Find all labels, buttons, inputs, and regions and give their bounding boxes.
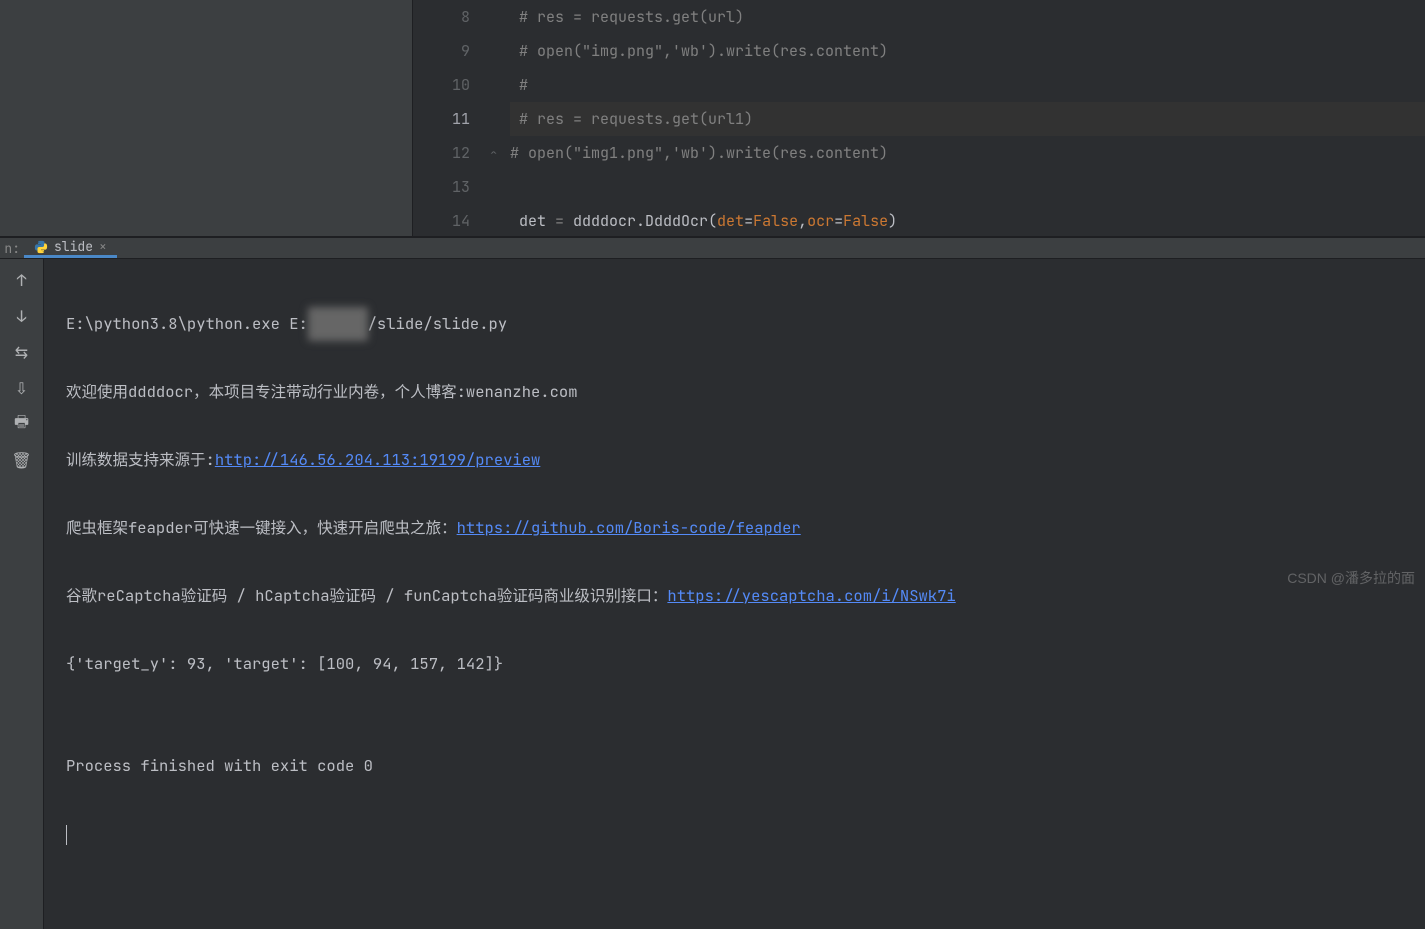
console-line: 谷歌reCaptcha验证码 / hCaptcha验证码 / funCaptch…: [66, 579, 1415, 613]
code-editor[interactable]: 891011121314 ⌃ # res = requests.get(url)…: [413, 0, 1425, 236]
delete-icon[interactable]: 🗑: [11, 449, 33, 471]
down-icon[interactable]: ↓: [11, 305, 33, 327]
code-line[interactable]: # res = requests.get(url1): [510, 102, 1425, 136]
run-tab-bar: n: slide ×: [0, 238, 1425, 259]
code-line[interactable]: # open("img1.png",'wb').write(res.conten…: [510, 136, 1425, 170]
console-line: 训练数据支持来源于:http://146.56.204.113:19199/pr…: [66, 443, 1415, 477]
up-icon[interactable]: ↑: [11, 269, 33, 291]
console-line: 欢迎使用ddddocr，本项目专注带动行业内卷，个人博客:wenanzhe.co…: [66, 375, 1415, 409]
console-line: E:\python3.8\python.exe E:xxxxxx/slide/s…: [66, 307, 1415, 341]
yescaptcha-link[interactable]: https://yescaptcha.com/i/NSwk7i: [667, 585, 955, 606]
code-line[interactable]: # res = requests.get(url): [510, 0, 1425, 34]
project-panel[interactable]: [0, 0, 413, 236]
redacted-path: xxxxxx: [308, 307, 368, 341]
close-icon[interactable]: ×: [99, 238, 107, 255]
console-output[interactable]: E:\python3.8\python.exe E:xxxxxx/slide/s…: [44, 259, 1425, 929]
console-toolbar: ↑ ↓ ⇆ ⇩ 🖶 🗑: [0, 259, 44, 929]
code-area[interactable]: # res = requests.get(url) # open("img.pn…: [508, 0, 1425, 236]
console-caret-line: [66, 817, 1415, 851]
fold-marker-icon[interactable]: ⌃: [490, 146, 504, 160]
code-line[interactable]: # open("img.png",'wb').write(res.content…: [510, 34, 1425, 68]
preview-link[interactable]: http://146.56.204.113:19199/preview: [215, 449, 541, 470]
run-tab-slide[interactable]: slide ×: [24, 238, 117, 258]
soft-wrap-icon[interactable]: ⇆: [11, 341, 33, 363]
print-icon[interactable]: 🖶: [11, 413, 33, 435]
console-line: Process finished with exit code 0: [66, 749, 1415, 783]
fold-column: ⌃: [490, 0, 508, 236]
python-icon: [34, 240, 48, 254]
code-line[interactable]: [510, 170, 1425, 204]
console-line: {'target_y': 93, 'target': [100, 94, 157…: [66, 647, 1415, 681]
console-line: 爬虫框架feapder可快速一键接入，快速开启爬虫之旅：https://gith…: [66, 511, 1415, 545]
scroll-to-end-icon[interactable]: ⇩: [11, 377, 33, 399]
line-gutter: 891011121314: [413, 0, 490, 236]
run-label: n:: [0, 240, 24, 257]
feapder-link[interactable]: https://github.com/Boris-code/feapder: [457, 517, 801, 538]
run-tab-name: slide: [54, 238, 93, 255]
code-line[interactable]: det = ddddocr.DdddOcr(det=False,ocr=Fals…: [510, 204, 1425, 238]
code-line[interactable]: #: [510, 68, 1425, 102]
